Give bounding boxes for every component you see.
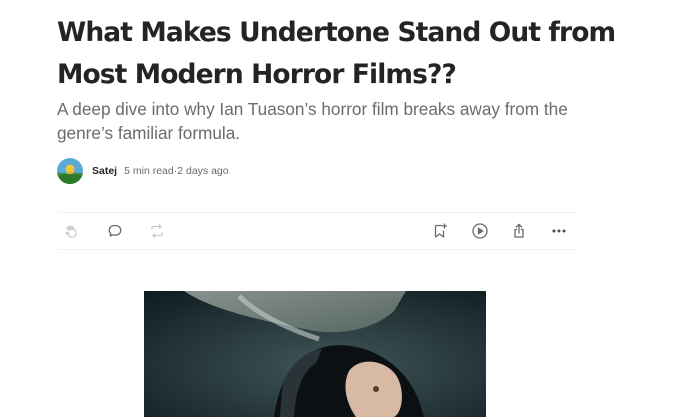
article-title: What Makes Undertone Stand Out from Most… <box>57 17 616 90</box>
byline: Satej 5 min read · 2 days ago <box>57 157 229 185</box>
clap-icon[interactable] <box>63 221 83 241</box>
play-icon[interactable] <box>470 221 490 241</box>
repost-icon[interactable] <box>147 221 167 241</box>
more-icon[interactable] <box>549 221 569 241</box>
publish-date: 2 days ago <box>177 165 229 177</box>
share-icon[interactable] <box>509 221 529 241</box>
article-subtitle: A deep dive into why Ian Tuason’s horror… <box>57 99 568 143</box>
bookmark-icon[interactable] <box>430 221 450 241</box>
article-action-bar <box>57 212 576 250</box>
author-avatar[interactable] <box>57 158 83 184</box>
author-name[interactable]: Satej <box>92 165 117 177</box>
hero-image <box>144 291 486 417</box>
comment-icon[interactable] <box>105 221 125 241</box>
read-time: 5 min read <box>124 165 174 177</box>
